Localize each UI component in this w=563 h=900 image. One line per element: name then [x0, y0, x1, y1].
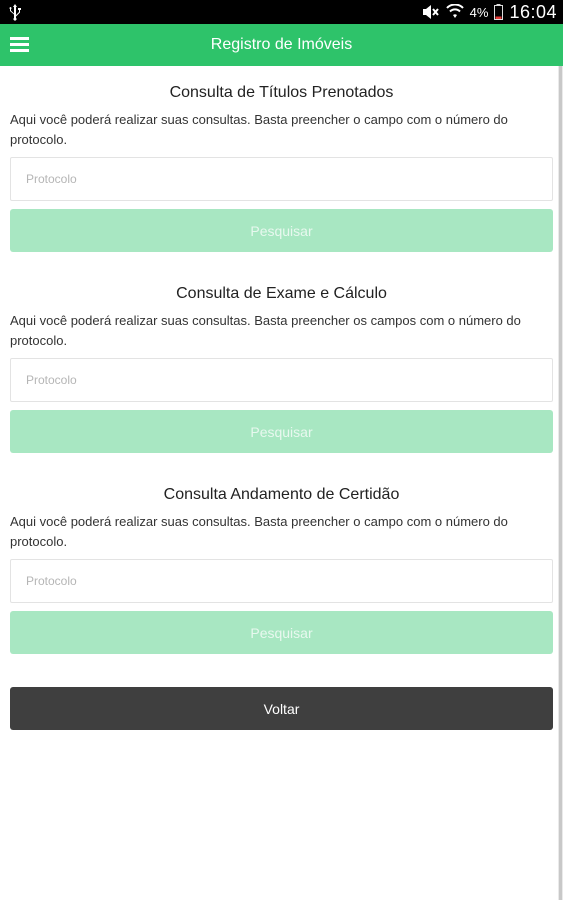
scrollbar-thumb[interactable]: [559, 66, 562, 900]
section-titulos-prenotados: Consulta de Títulos Prenotados Aqui você…: [10, 82, 553, 252]
search-button[interactable]: Pesquisar: [10, 611, 553, 654]
section-description: Aqui você poderá realizar suas consultas…: [10, 112, 508, 147]
section-andamento-certidao: Consulta Andamento de Certidão Aqui você…: [10, 484, 553, 654]
protocol-input[interactable]: [10, 358, 553, 402]
back-button[interactable]: Voltar: [10, 687, 553, 730]
status-icons: 4% 16:04: [422, 0, 557, 24]
section-title: Consulta de Exame e Cálculo: [176, 285, 387, 302]
battery-percent: 4%: [469, 4, 489, 20]
main-content: Consulta de Títulos Prenotados Aqui você…: [0, 66, 558, 900]
protocol-input[interactable]: [10, 157, 553, 201]
search-button[interactable]: Pesquisar: [10, 410, 553, 453]
section-title: Consulta Andamento de Certidão: [163, 486, 400, 503]
menu-icon[interactable]: [10, 37, 30, 53]
wifi-icon: [445, 4, 464, 18]
search-button[interactable]: Pesquisar: [10, 209, 553, 252]
section-exame-calculo: Consulta de Exame e Cálculo Aqui você po…: [10, 283, 553, 453]
section-title: Consulta de Títulos Prenotados: [169, 84, 394, 101]
protocol-input[interactable]: [10, 559, 553, 603]
clock: 16:04: [509, 1, 557, 22]
section-description: Aqui você poderá realizar suas consultas…: [10, 313, 521, 348]
app-title: Registro de Imóveis: [210, 36, 353, 53]
section-description: Aqui você poderá realizar suas consultas…: [10, 514, 508, 549]
app-bar: Registro de Imóveis: [0, 24, 563, 66]
status-bar: 4% 16:04: [0, 0, 563, 24]
battery-icon: [494, 4, 504, 20]
mute-icon: [422, 5, 439, 19]
usb-icon: [9, 4, 21, 21]
